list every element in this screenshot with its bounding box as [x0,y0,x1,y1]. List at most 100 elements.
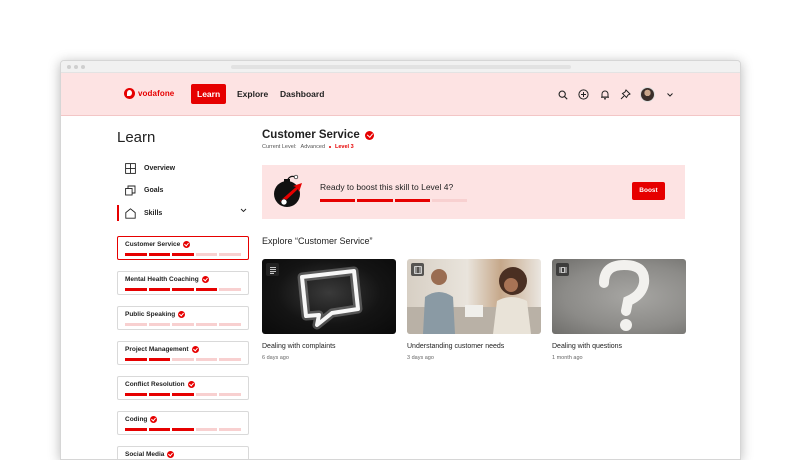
skill-name-text: Customer Service [125,241,180,248]
card-thumbnail[interactable] [407,259,541,334]
explore-heading: Explore “Customer Service” [262,236,685,246]
skill-card[interactable]: Social Media [117,446,249,460]
skill-name: Customer Service [125,241,241,248]
card-title[interactable]: Dealing with questions [552,343,686,350]
verified-check-icon [365,131,374,140]
video-icon [411,263,424,276]
progress-segment [395,199,430,202]
card-age: 6 days ago [262,355,396,361]
progress-segment [172,288,194,291]
sidebar-item-label: Skills [144,210,162,217]
chevron-down-icon[interactable] [240,208,247,215]
vodafone-logo-icon [124,88,135,99]
add-circle-icon[interactable] [577,88,590,101]
card-thumbnail[interactable] [262,259,396,334]
progress-segment [219,323,241,326]
skill-name: Mental Health Coaching [125,276,241,283]
page-title: Customer Service [262,129,685,141]
avatar[interactable] [640,87,655,102]
nav-tab-dashboard[interactable]: Dashboard [274,84,330,104]
progress-segment [196,393,218,396]
skill-name-text: Conflict Resolution [125,381,185,388]
skill-card[interactable]: Conflict Resolution [117,376,249,400]
sidebar-item-skills[interactable]: Skills [117,202,249,225]
boost-button[interactable]: Boost [632,182,665,200]
verified-check-icon [178,311,185,318]
verified-check-icon [188,381,195,388]
card-title[interactable]: Understanding customer needs [407,343,541,350]
chevron-down-icon[interactable] [663,88,676,101]
skill-list: Customer Service Mental Health Coaching Pu… [117,236,249,460]
skill-name-text: Social Media [125,451,164,458]
skill-name: Social Media [125,451,241,458]
sidebar-item-goals[interactable]: Goals [117,180,249,203]
window-dot [81,65,85,69]
progress-segment [196,428,218,431]
top-navigation: vodafone Learn Explore Dashboard [61,73,740,116]
boost-progress-bar [320,199,467,202]
goals-icon [124,185,136,197]
content-card[interactable]: Dealing with complaints 6 days ago [262,259,396,361]
progress-segment [125,323,147,326]
progress-segment [172,323,194,326]
boost-message: Ready to boost this skill to Level 4? [320,182,453,192]
progress-segment [196,323,218,326]
progress-segment [125,253,147,256]
verified-check-icon [202,276,209,283]
window-dot [74,65,78,69]
skill-card[interactable]: Mental Health Coaching [117,271,249,295]
boost-banner: Ready to boost this skill to Level 4? Bo… [262,165,685,219]
progress-segment [149,288,171,291]
search-icon[interactable] [556,88,569,101]
pentagon-icon [124,207,136,219]
page-title-text: Customer Service [262,129,360,141]
progress-segment [172,393,194,396]
skill-progress-bar [125,288,241,291]
progress-segment [357,199,392,202]
progress-segment [149,428,171,431]
sidebar-item-label: Overview [144,165,175,172]
browser-window: vodafone Learn Explore Dashboard Learn [60,60,741,460]
progress-segment [125,358,147,361]
skill-card[interactable]: Customer Service [117,236,249,260]
card-thumbnail[interactable] [552,259,686,334]
content-card[interactable]: Dealing with questions 1 month ago [552,259,686,361]
main-content: Customer Service Current Level: Advanced… [262,129,685,361]
verified-check-icon [183,241,190,248]
progress-segment [196,253,218,256]
address-bar[interactable] [231,65,571,69]
skill-card[interactable]: Public Speaking [117,306,249,330]
sidebar-title: Learn [117,129,249,146]
progress-segment [172,253,194,256]
progress-segment [125,393,147,396]
logo-text: vodafone [138,89,174,98]
progress-segment [172,428,194,431]
skill-name-text: Project Management [125,346,189,353]
skill-card[interactable]: Coding [117,411,249,435]
level-tag: Level 3 [335,144,354,150]
bell-icon[interactable] [598,88,611,101]
level-value: Advanced [301,144,325,150]
skill-card[interactable]: Project Management [117,341,249,365]
progress-segment [149,253,171,256]
skill-name-text: Mental Health Coaching [125,276,199,283]
skill-progress-bar [125,393,241,396]
content-card[interactable]: Understanding customer needs 3 days ago [407,259,541,361]
progress-segment [172,358,194,361]
card-title[interactable]: Dealing with complaints [262,343,396,350]
nav-tab-explore[interactable]: Explore [231,84,274,104]
article-icon [266,263,279,276]
sidebar-item-overview[interactable]: Overview [117,157,249,180]
content-cards: Dealing with complaints 6 days ago [262,259,685,361]
verified-check-icon [167,451,174,458]
window-dot [67,65,71,69]
progress-segment [196,358,218,361]
card-age: 1 month ago [552,355,686,361]
progress-segment [219,288,241,291]
nav-tab-learn[interactable]: Learn [191,84,226,104]
skill-name: Conflict Resolution [125,381,241,388]
vodafone-logo[interactable]: vodafone [124,88,174,99]
ebook-icon [556,263,569,276]
pin-icon[interactable] [619,88,632,101]
progress-segment [149,323,171,326]
